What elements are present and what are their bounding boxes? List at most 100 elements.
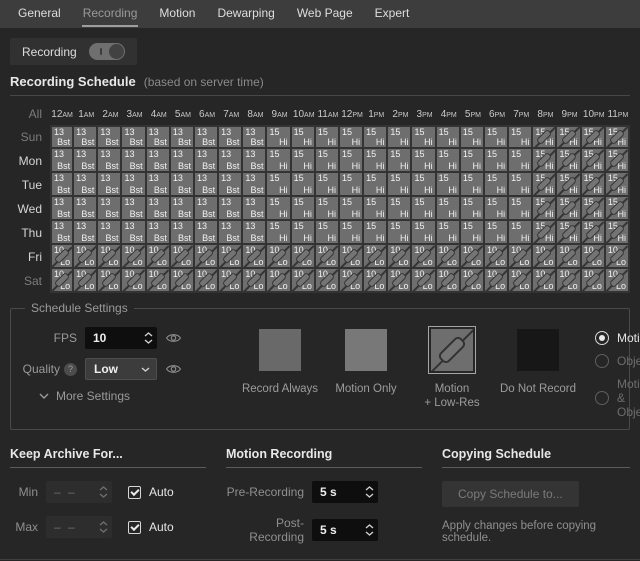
schedule-cell[interactable]: 15 Hi (460, 197, 485, 221)
quality-visibility-eye-icon[interactable] (165, 363, 182, 375)
schedule-cell[interactable]: 10 Lo (605, 245, 630, 269)
schedule-cell[interactable]: 15 Hi (364, 149, 389, 173)
schedule-cell[interactable]: 15 Hi (460, 149, 485, 173)
schedule-cell[interactable]: 10 Lo (170, 245, 195, 269)
day-label-sun[interactable]: Sun (10, 125, 50, 149)
schedule-cell[interactable]: 10 Lo (509, 245, 534, 269)
spin-arrows[interactable] (96, 486, 112, 498)
schedule-cell[interactable]: 10 Lo (436, 245, 461, 269)
schedule-cell[interactable]: 15 Hi (412, 221, 437, 245)
hour-header-6pm[interactable]: 6PM (485, 109, 509, 120)
tab-recording[interactable]: Recording (72, 0, 149, 28)
schedule-cell[interactable]: 10 Lo (509, 269, 534, 293)
schedule-cell[interactable]: 10 Lo (436, 269, 461, 293)
schedule-cell[interactable]: 15 Hi (557, 125, 582, 149)
fps-spin-arrows[interactable] (141, 332, 157, 344)
schedule-cell[interactable]: 15 Hi (267, 197, 292, 221)
schedule-cell[interactable]: 13 Bst (74, 173, 99, 197)
hour-header-2am[interactable]: 2AM (98, 109, 122, 120)
schedule-cell[interactable]: 13 Bst (74, 221, 99, 245)
schedule-cell[interactable]: 10 Lo (484, 269, 510, 293)
schedule-cell[interactable]: 15 Hi (388, 149, 413, 173)
schedule-cell[interactable]: 15 Hi (412, 173, 437, 197)
brush-motion-only[interactable]: Motion Only (323, 327, 409, 410)
schedule-cell[interactable]: 10 Lo (219, 269, 244, 293)
schedule-cell[interactable]: 13 Bst (243, 197, 268, 221)
schedule-cell[interactable]: 13 Bst (74, 125, 99, 149)
schedule-cell[interactable]: 15 Hi (412, 125, 437, 149)
schedule-cell[interactable]: 15 Hi (388, 197, 413, 221)
hour-header-9pm[interactable]: 9PM (557, 109, 581, 120)
schedule-cell[interactable]: 13 Bst (219, 221, 244, 245)
tab-expert[interactable]: Expert (364, 0, 421, 28)
schedule-cell[interactable]: 13 Bst (50, 197, 75, 221)
schedule-cell[interactable]: 10 Lo (388, 269, 413, 293)
hour-header-12am[interactable]: 12AM (50, 109, 74, 120)
schedule-cell[interactable]: 13 Bst (170, 221, 195, 245)
day-label-mon[interactable]: Mon (10, 149, 50, 173)
fps-spinbox[interactable]: 10 (85, 327, 157, 349)
hour-header-5am[interactable]: 5AM (171, 109, 195, 120)
schedule-cell[interactable]: 15 Hi (315, 221, 340, 245)
schedule-cell[interactable]: 15 Hi (291, 149, 316, 173)
min-spinbox[interactable]: – – (46, 481, 112, 503)
schedule-cell[interactable]: 15 Hi (267, 125, 292, 149)
schedule-cell[interactable]: 10 Lo (460, 269, 485, 293)
schedule-cell[interactable]: 15 Hi (581, 197, 606, 221)
schedule-cell[interactable]: 15 Hi (533, 149, 558, 173)
hour-header-11am[interactable]: 11AM (316, 109, 340, 120)
tab-web-page[interactable]: Web Page (286, 0, 364, 28)
schedule-cell[interactable]: 15 Hi (388, 221, 413, 245)
schedule-cell[interactable]: 15 Hi (460, 173, 485, 197)
schedule-cell[interactable]: 13 Bst (170, 197, 195, 221)
schedule-cell[interactable]: 13 Bst (194, 125, 220, 149)
hour-header-7pm[interactable]: 7PM (509, 109, 533, 120)
pre-recording-spinbox[interactable]: 5 s (312, 481, 378, 503)
schedule-cell[interactable]: 15 Hi (581, 173, 606, 197)
schedule-cell[interactable]: 13 Bst (194, 197, 220, 221)
max-spinbox[interactable]: – – (46, 516, 112, 538)
schedule-cell[interactable]: 13 Bst (194, 173, 220, 197)
schedule-cell[interactable]: 13 Bst (122, 173, 147, 197)
schedule-cell[interactable]: 13 Bst (146, 197, 171, 221)
radio-motion[interactable]: Motion (595, 331, 640, 345)
schedule-cell[interactable]: 15 Hi (484, 221, 510, 245)
schedule-cell[interactable]: 10 Lo (50, 245, 75, 269)
schedule-cell[interactable]: 10 Lo (364, 269, 389, 293)
schedule-cell[interactable]: 15 Hi (605, 221, 630, 245)
schedule-cell[interactable]: 15 Hi (364, 197, 389, 221)
hour-header-3am[interactable]: 3AM (122, 109, 146, 120)
schedule-cell[interactable]: 15 Hi (364, 125, 389, 149)
schedule-cell[interactable]: 10 Lo (146, 245, 171, 269)
schedule-cell[interactable]: 15 Hi (436, 173, 461, 197)
hour-header-10pm[interactable]: 10PM (582, 109, 606, 120)
schedule-cell[interactable]: 15 Hi (388, 125, 413, 149)
schedule-cell[interactable]: 15 Hi (267, 173, 292, 197)
schedule-cell[interactable]: 10 Lo (460, 245, 485, 269)
schedule-cell[interactable]: 15 Hi (581, 221, 606, 245)
schedule-cell[interactable]: 15 Hi (436, 125, 461, 149)
schedule-cell[interactable]: 13 Bst (170, 173, 195, 197)
schedule-cell[interactable]: 10 Lo (122, 245, 147, 269)
auto-checkbox[interactable] (128, 485, 141, 499)
schedule-cell[interactable]: 13 Bst (74, 197, 99, 221)
schedule-cell[interactable]: 10 Lo (484, 245, 510, 269)
brush-record-always[interactable]: Record Always (237, 327, 323, 410)
schedule-cell[interactable]: 15 Hi (509, 173, 534, 197)
schedule-cell[interactable]: 15 Hi (533, 173, 558, 197)
schedule-cell[interactable]: 13 Bst (122, 221, 147, 245)
hour-header-1am[interactable]: 1AM (74, 109, 98, 120)
spin-arrows[interactable] (96, 521, 112, 533)
schedule-cell[interactable]: 13 Bst (243, 149, 268, 173)
schedule-cell[interactable]: 13 Bst (219, 197, 244, 221)
spin-arrows[interactable] (362, 486, 378, 498)
schedule-cell[interactable]: 10 Lo (339, 269, 365, 293)
schedule-cell[interactable]: 10 Lo (243, 245, 268, 269)
schedule-cell[interactable]: 15 Hi (509, 221, 534, 245)
schedule-select-all[interactable]: All (10, 104, 50, 125)
schedule-cell[interactable]: 10 Lo (605, 269, 630, 293)
schedule-cell[interactable]: 13 Bst (146, 125, 171, 149)
schedule-cell[interactable]: 15 Hi (364, 173, 389, 197)
schedule-cell[interactable]: 15 Hi (605, 173, 630, 197)
schedule-cell[interactable]: 15 Hi (533, 221, 558, 245)
